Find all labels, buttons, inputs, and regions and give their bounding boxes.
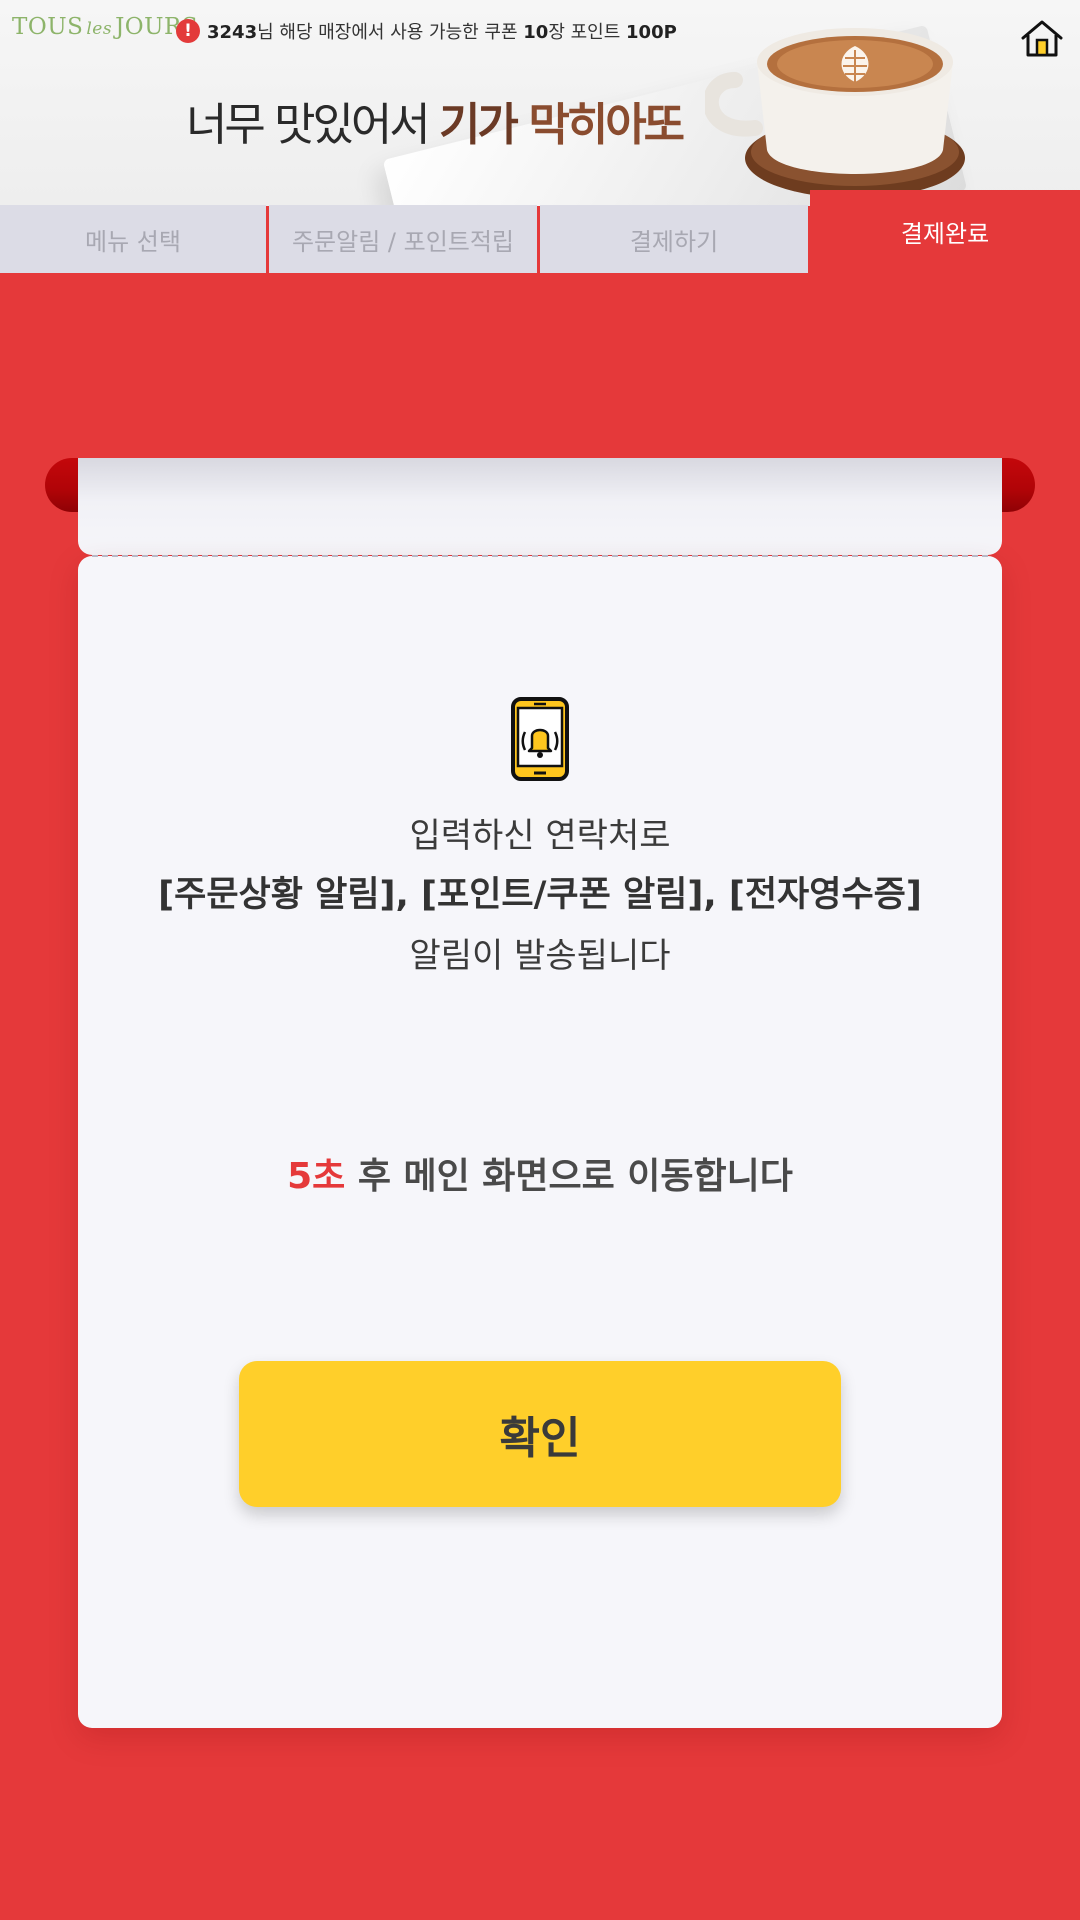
member-notice: ! 3243님 해당 매장에서 사용 가능한 쿠폰 10장 포인트 100P xyxy=(176,16,677,46)
home-button[interactable] xyxy=(1020,18,1064,58)
countdown-seconds: 5초 xyxy=(287,1156,346,1197)
notify-message-line1: 입력하신 연락처로 xyxy=(409,816,671,856)
tab-order-notify-points[interactable]: 주문알림 / 포인트적립 xyxy=(269,205,537,273)
step-tabs: 메뉴 선택 주문알림 / 포인트적립 결제하기 결제완료 xyxy=(0,190,1080,273)
phone-bell-icon xyxy=(511,697,569,781)
tab-menu-select[interactable]: 메뉴 선택 xyxy=(0,205,266,273)
notify-message-line2: [주문상황 알림], [포인트/쿠폰 알림], [전자영수증] xyxy=(158,875,922,915)
tab-payment[interactable]: 결제하기 xyxy=(540,205,808,273)
coffee-cup-image xyxy=(705,28,965,198)
countdown-text: 후 메인 화면으로 이동합니다 xyxy=(345,1156,793,1197)
tous-les-jours-logo: TOUS les JOURS xyxy=(12,14,199,40)
order-complete-screen: TOUS les JOURS ! 3243님 해당 매장에서 사용 가능한 쿠폰 1… xyxy=(0,0,1080,1920)
receipt-perforation xyxy=(92,555,988,557)
alert-icon: ! xyxy=(176,19,200,43)
member-notice-text: 3243님 해당 매장에서 사용 가능한 쿠폰 10장 포인트 100P xyxy=(207,22,677,43)
receipt-top-strip xyxy=(78,458,1002,555)
header-banner: TOUS les JOURS ! 3243님 해당 매장에서 사용 가능한 쿠폰 1… xyxy=(0,0,1080,206)
confirm-button[interactable]: 확인 xyxy=(239,1361,841,1507)
banner-slogan: 너무 맛있어서 기가 막히아또 xyxy=(186,98,685,151)
tab-payment-complete[interactable]: 결제완료 xyxy=(810,190,1080,273)
redirect-countdown: 5초 후 메인 화면으로 이동합니다 xyxy=(78,1147,1002,1199)
notify-message-line3: 알림이 발송됩니다 xyxy=(409,936,671,976)
